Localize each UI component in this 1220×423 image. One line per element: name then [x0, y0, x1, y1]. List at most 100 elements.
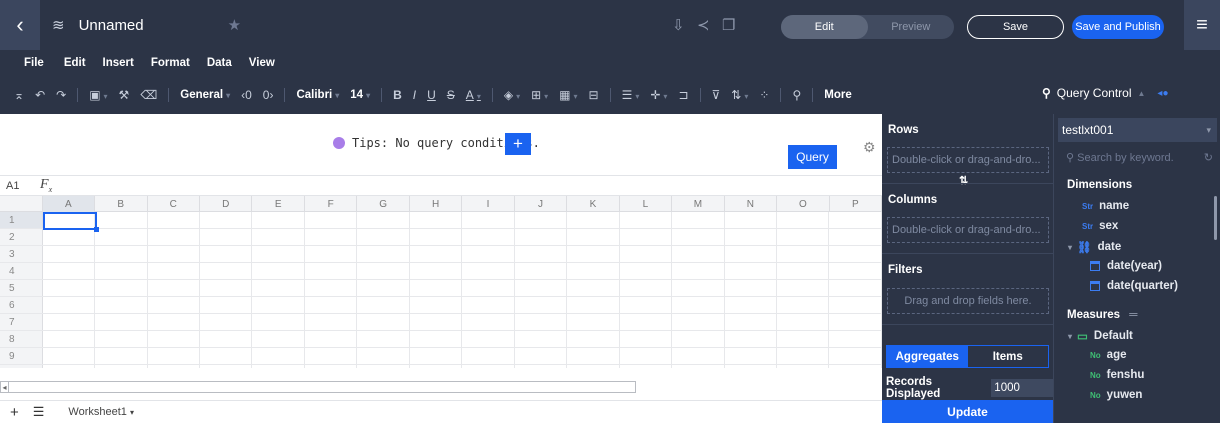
menu-view[interactable]: View	[249, 57, 275, 69]
gear-icon[interactable]: ⚙	[863, 139, 876, 156]
cell[interactable]	[567, 348, 620, 364]
more-button[interactable]: More	[824, 89, 851, 101]
cell[interactable]	[148, 263, 201, 279]
back-button[interactable]: ‹	[0, 0, 40, 50]
spreadsheet-grid[interactable]: ABCDEFGHIJKLMNOP 12345678910	[0, 196, 882, 368]
cell[interactable]	[357, 331, 410, 347]
column-header[interactable]: L	[620, 196, 673, 212]
cell[interactable]	[515, 297, 568, 313]
cell[interactable]	[725, 348, 777, 364]
measures-menu-icon[interactable]: ═	[1129, 309, 1137, 321]
cell[interactable]	[462, 263, 515, 279]
cell[interactable]	[148, 212, 201, 228]
cell[interactable]	[95, 365, 148, 368]
cell[interactable]	[43, 229, 96, 245]
cell[interactable]	[829, 331, 882, 347]
cell[interactable]	[200, 229, 253, 245]
cell[interactable]	[95, 297, 148, 313]
cell[interactable]	[200, 331, 253, 347]
update-button[interactable]: Update	[882, 400, 1053, 423]
tab-aggregates[interactable]: Aggregates	[887, 346, 968, 367]
field-item[interactable]: No fenshu	[1090, 369, 1144, 381]
columns-dropzone[interactable]: Double-click or drag-and-dro...	[887, 217, 1049, 243]
cell[interactable]	[148, 365, 201, 368]
border-icon[interactable]: ⊞ ▾	[531, 88, 548, 102]
share-icon[interactable]: ≺	[697, 16, 710, 34]
cell[interactable]	[357, 212, 410, 228]
cell[interactable]	[620, 229, 673, 245]
cell[interactable]	[725, 365, 777, 368]
field-item[interactable]: Str name	[1082, 200, 1129, 212]
cell[interactable]	[410, 365, 463, 368]
column-header[interactable]: E	[252, 196, 305, 212]
cell[interactable]	[777, 331, 830, 347]
cell[interactable]	[515, 331, 568, 347]
cell[interactable]	[410, 263, 463, 279]
cell[interactable]	[777, 212, 830, 228]
cell[interactable]	[200, 348, 253, 364]
menu-data[interactable]: Data	[207, 57, 232, 69]
cell[interactable]	[95, 331, 148, 347]
row-header[interactable]: 3	[0, 246, 43, 262]
expand-icon[interactable]: ▾	[1068, 243, 1072, 252]
cell[interactable]	[672, 280, 725, 296]
cell[interactable]	[515, 365, 568, 368]
cell[interactable]	[95, 212, 148, 228]
cell[interactable]	[252, 331, 305, 347]
cell[interactable]	[148, 348, 201, 364]
copy-icon[interactable]: ❐	[722, 16, 735, 34]
cell[interactable]	[620, 314, 673, 330]
cell[interactable]	[410, 212, 463, 228]
save-button[interactable]: Save	[967, 15, 1064, 39]
format-painter-icon[interactable]: ⚒	[119, 88, 130, 102]
column-header[interactable]: A	[42, 196, 96, 212]
column-header[interactable]: F	[305, 196, 358, 212]
cell[interactable]	[95, 280, 148, 296]
cell[interactable]	[357, 229, 410, 245]
cell[interactable]	[462, 297, 515, 313]
column-header[interactable]: J	[515, 196, 568, 212]
cell[interactable]	[725, 263, 777, 279]
cell[interactable]	[672, 314, 725, 330]
cell[interactable]	[620, 263, 673, 279]
cell[interactable]	[462, 314, 515, 330]
collapse-icon[interactable]: ⌅	[14, 88, 24, 102]
menu-insert[interactable]: Insert	[103, 57, 134, 69]
cell[interactable]	[357, 348, 410, 364]
cell[interactable]	[725, 229, 777, 245]
cell[interactable]	[462, 212, 515, 228]
cell[interactable]	[357, 297, 410, 313]
row-header[interactable]: 1	[0, 212, 43, 228]
merge-cells-icon[interactable]: ⊟	[589, 88, 599, 102]
align-icon[interactable]: ☰ ▾	[622, 88, 640, 102]
query-button[interactable]: Query	[788, 145, 837, 169]
cell[interactable]	[305, 365, 358, 368]
cell[interactable]	[462, 331, 515, 347]
cell[interactable]	[777, 263, 830, 279]
cell[interactable]	[515, 212, 568, 228]
italic-icon[interactable]: I	[413, 88, 416, 102]
row-header[interactable]: 4	[0, 263, 43, 279]
cell[interactable]	[410, 331, 463, 347]
font-family-select[interactable]: Calibri ▾	[296, 89, 339, 101]
cell[interactable]	[252, 365, 305, 368]
cell[interactable]	[462, 348, 515, 364]
tab-items[interactable]: Items	[968, 346, 1049, 367]
cell[interactable]	[95, 314, 148, 330]
horizontal-scrollbar[interactable]: ◂	[0, 380, 882, 396]
cell[interactable]	[200, 246, 253, 262]
filter-icon[interactable]: ⊽	[712, 88, 721, 102]
menu-icon[interactable]: ≡	[1184, 0, 1220, 50]
cell[interactable]	[200, 365, 253, 368]
cell[interactable]	[672, 348, 725, 364]
row-header[interactable]: 6	[0, 297, 43, 313]
cell[interactable]	[725, 246, 777, 262]
column-header[interactable]: C	[148, 196, 200, 212]
decrease-decimal-icon[interactable]: ‹0	[241, 88, 252, 102]
number-format-select[interactable]: General ▾	[180, 89, 230, 101]
selected-cell[interactable]	[43, 212, 99, 232]
cell[interactable]	[200, 280, 253, 296]
cell[interactable]	[829, 229, 882, 245]
redo-icon[interactable]: ↷	[56, 88, 66, 102]
cell[interactable]	[777, 280, 830, 296]
